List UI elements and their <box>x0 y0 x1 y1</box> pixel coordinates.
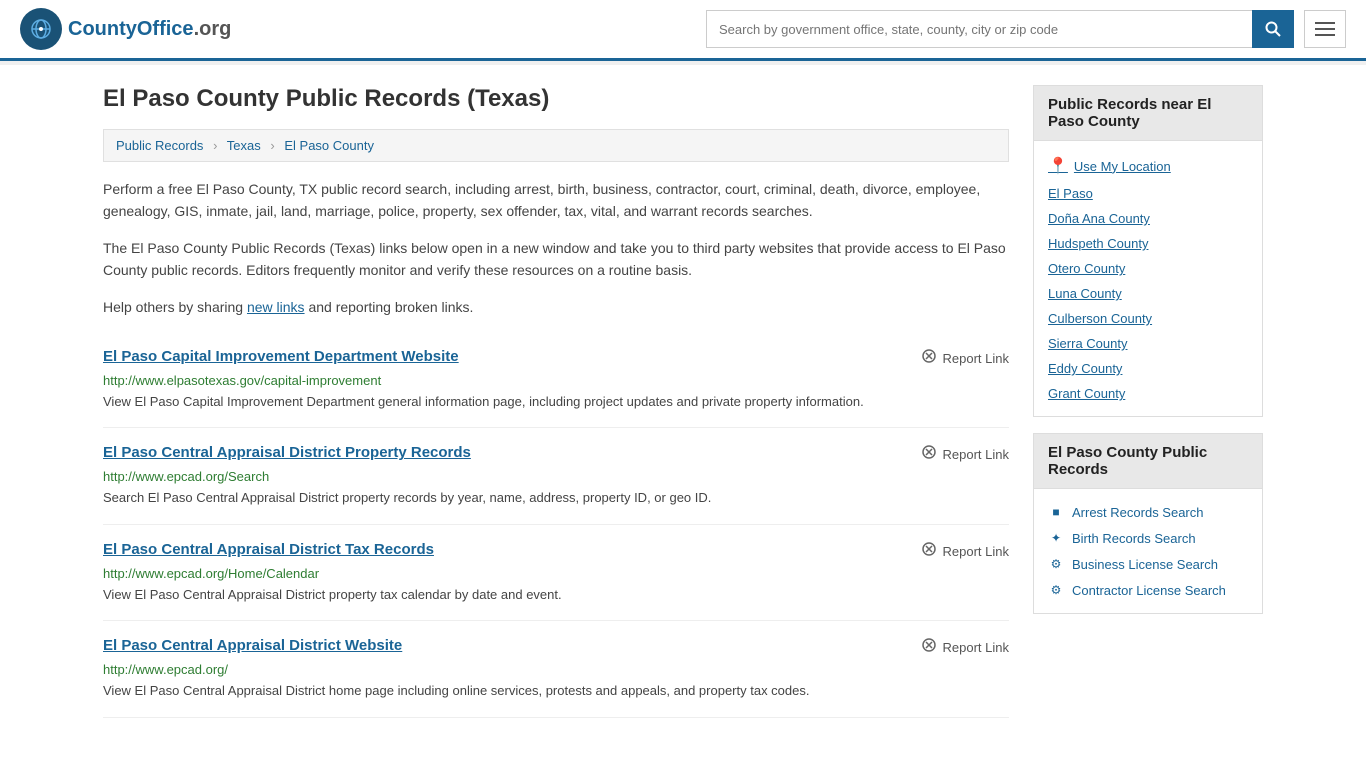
breadcrumb: Public Records › Texas › El Paso County <box>103 129 1009 162</box>
breadcrumb-texas[interactable]: Texas <box>227 138 261 153</box>
record-title-3[interactable]: El Paso Central Appraisal District Websi… <box>103 637 402 654</box>
record-header: El Paso Capital Improvement Department W… <box>103 348 1009 369</box>
sidebar-record-icon-3: ⚙ <box>1048 582 1064 598</box>
record-header: El Paso Central Appraisal District Prope… <box>103 444 1009 465</box>
nearby-links: El PasoDoña Ana CountyHudspeth CountyOte… <box>1048 181 1248 406</box>
report-link-3[interactable]: Report Link <box>921 637 1009 658</box>
sidebar-record-label-3: Contractor License Search <box>1072 583 1226 598</box>
record-links: ■ Arrest Records Search ✦ Birth Records … <box>1048 499 1248 603</box>
county-records-body: ■ Arrest Records Search ✦ Birth Records … <box>1033 488 1263 614</box>
description-3: Help others by sharing new links and rep… <box>103 296 1009 318</box>
use-location-link[interactable]: 📍 Use My Location <box>1048 151 1248 181</box>
sidebar-record-label-2: Business License Search <box>1072 557 1218 572</box>
description-2: The El Paso County Public Records (Texas… <box>103 237 1009 282</box>
sidebar-record-link-3[interactable]: ⚙ Contractor License Search <box>1048 577 1248 603</box>
record-url-0[interactable]: http://www.elpasotexas.gov/capital-impro… <box>103 373 1009 388</box>
record-url-3[interactable]: http://www.epcad.org/ <box>103 662 1009 677</box>
content-area: El Paso County Public Records (Texas) Pu… <box>103 85 1009 718</box>
sidebar-record-link-2[interactable]: ⚙ Business License Search <box>1048 551 1248 577</box>
record-url-2[interactable]: http://www.epcad.org/Home/Calendar <box>103 566 1009 581</box>
record-url-1[interactable]: http://www.epcad.org/Search <box>103 469 1009 484</box>
main-container: El Paso County Public Records (Texas) Pu… <box>83 65 1283 738</box>
sidebar-record-link-1[interactable]: ✦ Birth Records Search <box>1048 525 1248 551</box>
nearby-title: Public Records near El Paso County <box>1033 85 1263 140</box>
search-area <box>706 10 1346 48</box>
sidebar-record-label-0: Arrest Records Search <box>1072 505 1204 520</box>
county-records-title: El Paso County Public Records <box>1033 433 1263 488</box>
report-link-icon-0 <box>921 348 937 369</box>
records-list: El Paso Capital Improvement Department W… <box>103 332 1009 718</box>
nearby-link-1[interactable]: Doña Ana County <box>1048 206 1248 231</box>
breadcrumb-sep-1: › <box>213 138 217 153</box>
report-link-icon-2 <box>921 541 937 562</box>
report-link-icon-3 <box>921 637 937 658</box>
description-1: Perform a free El Paso County, TX public… <box>103 178 1009 223</box>
sidebar-record-icon-0: ■ <box>1048 504 1064 520</box>
sidebar: Public Records near El Paso County 📍 Use… <box>1033 85 1263 718</box>
nearby-link-6[interactable]: Sierra County <box>1048 331 1248 356</box>
nearby-link-7[interactable]: Eddy County <box>1048 356 1248 381</box>
report-link-icon-1 <box>921 444 937 465</box>
record-item: El Paso Capital Improvement Department W… <box>103 332 1009 429</box>
record-item: El Paso Central Appraisal District Websi… <box>103 621 1009 718</box>
nearby-link-2[interactable]: Hudspeth County <box>1048 231 1248 256</box>
nearby-link-5[interactable]: Culberson County <box>1048 306 1248 331</box>
report-link-1[interactable]: Report Link <box>921 444 1009 465</box>
logo-icon <box>20 8 62 50</box>
nearby-link-4[interactable]: Luna County <box>1048 281 1248 306</box>
record-title-1[interactable]: El Paso Central Appraisal District Prope… <box>103 444 471 461</box>
nearby-link-0[interactable]: El Paso <box>1048 181 1248 206</box>
nearby-body: 📍 Use My Location El PasoDoña Ana County… <box>1033 140 1263 417</box>
record-item: El Paso Central Appraisal District Tax R… <box>103 525 1009 622</box>
sidebar-record-link-0[interactable]: ■ Arrest Records Search <box>1048 499 1248 525</box>
nearby-link-3[interactable]: Otero County <box>1048 256 1248 281</box>
report-link-2[interactable]: Report Link <box>921 541 1009 562</box>
record-title-2[interactable]: El Paso Central Appraisal District Tax R… <box>103 541 434 558</box>
record-header: El Paso Central Appraisal District Tax R… <box>103 541 1009 562</box>
record-header: El Paso Central Appraisal District Websi… <box>103 637 1009 658</box>
search-input[interactable] <box>706 10 1252 48</box>
record-desc-1: Search El Paso Central Appraisal Distric… <box>103 488 1009 508</box>
record-title-0[interactable]: El Paso Capital Improvement Department W… <box>103 348 459 365</box>
menu-button[interactable] <box>1304 10 1346 48</box>
sidebar-record-icon-1: ✦ <box>1048 530 1064 546</box>
nearby-section: Public Records near El Paso County 📍 Use… <box>1033 85 1263 417</box>
county-records-section: El Paso County Public Records ■ Arrest R… <box>1033 433 1263 614</box>
location-icon: 📍 <box>1048 156 1068 176</box>
sidebar-record-label-1: Birth Records Search <box>1072 531 1196 546</box>
new-links-link[interactable]: new links <box>247 299 305 315</box>
page-title: El Paso County Public Records (Texas) <box>103 85 1009 113</box>
logo-text: CountyOffice.org <box>68 18 231 41</box>
sidebar-record-icon-2: ⚙ <box>1048 556 1064 572</box>
nearby-link-8[interactable]: Grant County <box>1048 381 1248 406</box>
record-desc-3: View El Paso Central Appraisal District … <box>103 681 1009 701</box>
breadcrumb-public-records[interactable]: Public Records <box>116 138 203 153</box>
record-desc-0: View El Paso Capital Improvement Departm… <box>103 392 1009 412</box>
logo[interactable]: CountyOffice.org <box>20 8 231 50</box>
header: CountyOffice.org <box>0 0 1366 61</box>
record-item: El Paso Central Appraisal District Prope… <box>103 428 1009 525</box>
record-desc-2: View El Paso Central Appraisal District … <box>103 585 1009 605</box>
search-button[interactable] <box>1252 10 1294 48</box>
breadcrumb-sep-2: › <box>270 138 274 153</box>
breadcrumb-el-paso-county[interactable]: El Paso County <box>284 138 374 153</box>
report-link-0[interactable]: Report Link <box>921 348 1009 369</box>
